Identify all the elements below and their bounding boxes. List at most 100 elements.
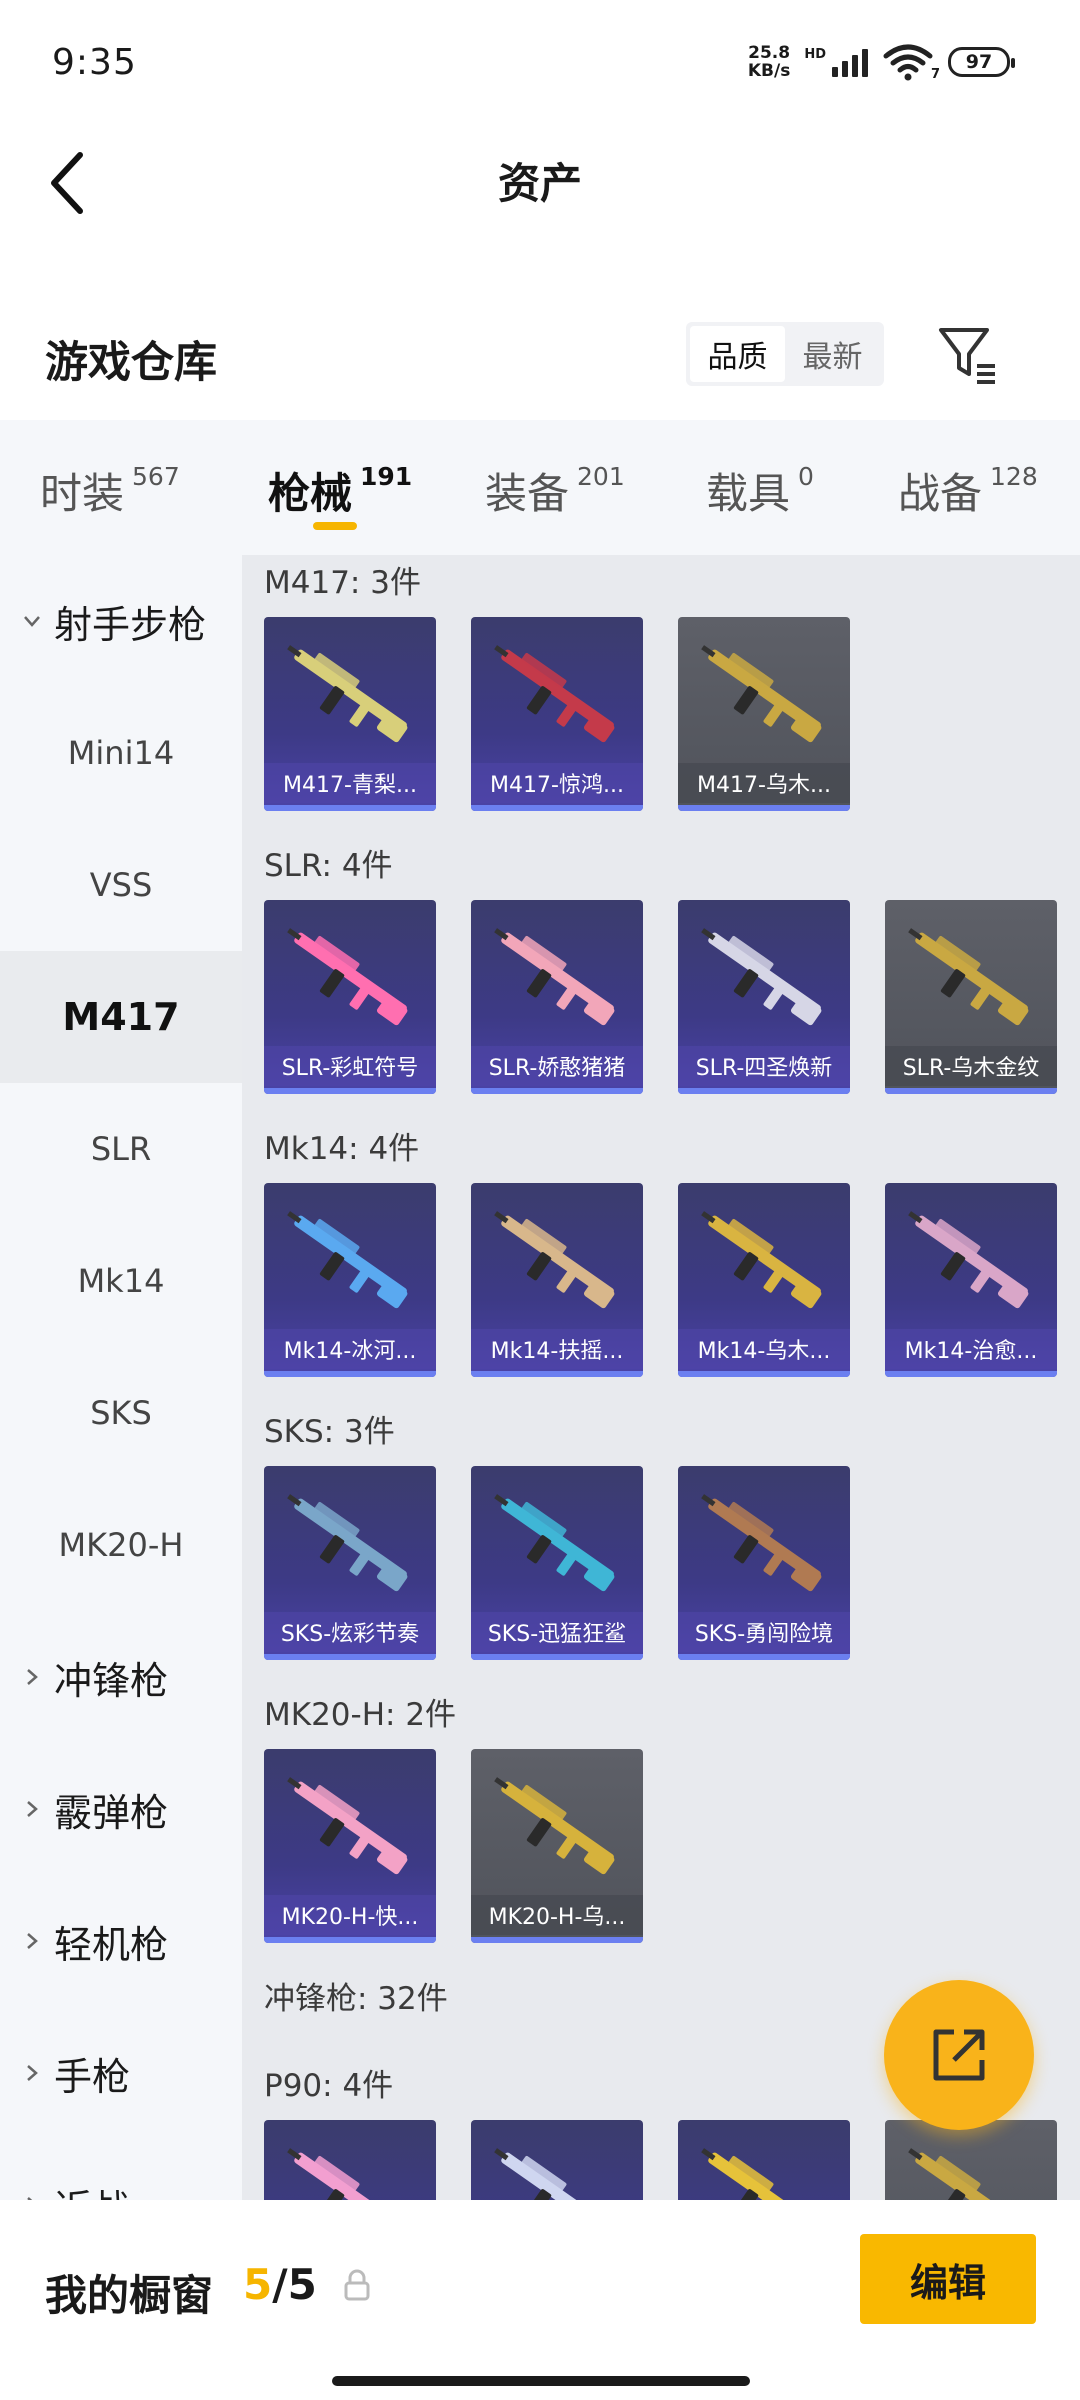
weapon-group-title: SKS: 3件 — [264, 1414, 395, 1450]
category-tabs: 时装 567 枪械 191 装备 201 载具 0 战备 128 — [0, 420, 1080, 555]
sidebar-item-mini14[interactable]: Mini14 — [0, 687, 242, 819]
rifle-icon — [701, 1211, 822, 1309]
status-time: 9:35 — [52, 42, 137, 83]
chevron-right-icon — [27, 1801, 38, 1817]
sidebar-item-label: 射手步枪 — [54, 602, 207, 647]
weapon-skin-card[interactable]: SLR-四圣焕新 — [678, 900, 850, 1094]
weapon-group-title: Mk14: 4件 — [264, 1131, 420, 1167]
rifle-icon — [287, 1211, 408, 1309]
tab-supplies[interactable]: 战备 128 — [898, 460, 1038, 521]
weapon-skin-card[interactable]: SKS-炫彩节奏 — [264, 1466, 436, 1660]
rifle-icon — [494, 645, 615, 743]
sidebar-item-mk14[interactable]: Mk14 — [0, 1215, 242, 1347]
wifi-icon: 7 — [882, 42, 940, 82]
weapon-skin-label: SLR-四圣焕新 — [678, 1046, 850, 1086]
tab-label: 载具 — [706, 469, 791, 518]
weapon-group-title: MK20-H: 2件 — [264, 1697, 457, 1733]
share-button[interactable] — [884, 1980, 1034, 2130]
weapon-skin-label: Mk14-扶摇... — [471, 1329, 643, 1369]
edit-button[interactable]: 编辑 — [860, 2234, 1036, 2324]
sidebar-group-shotgun[interactable]: 霰弹枪 — [0, 1743, 242, 1875]
weapon-skin-card[interactable]: SLR-乌木金纹 — [885, 900, 1057, 1094]
weapon-group-title: SLR: 4件 — [264, 848, 393, 884]
battery-level: 97 — [965, 51, 993, 73]
weapon-skin-card[interactable]: SKS-迅猛狂鲨 — [471, 1466, 643, 1660]
rifle-icon — [701, 928, 822, 1026]
sidebar-item-slr[interactable]: SLR — [0, 1083, 242, 1215]
network-speed-value: 25.8 — [748, 43, 791, 63]
page-title: 资产 — [497, 159, 582, 208]
tab-vehicles[interactable]: 载具 0 — [706, 460, 814, 521]
chevron-right-icon — [27, 2065, 38, 2081]
rifle-icon — [287, 928, 408, 1026]
rifle-icon — [701, 645, 822, 743]
weapon-skin-card[interactable]: Mk14-扶摇... — [471, 1183, 643, 1377]
sidebar-group-lmg[interactable]: 轻机枪 — [0, 1875, 242, 2007]
weapon-skin-label: SLR-彩虹符号 — [264, 1046, 436, 1086]
weapon-skin-card[interactable] — [471, 2120, 643, 2200]
sidebar-item-label: Mk14 — [77, 1262, 165, 1300]
home-indicator — [332, 2376, 750, 2386]
sort-option-newest[interactable]: 最新 — [785, 326, 880, 382]
sidebar-item-label: MK20-H — [58, 1526, 184, 1564]
rifle-icon — [494, 928, 615, 1026]
weapon-skin-card[interactable] — [885, 2120, 1057, 2200]
sidebar-item-label: 轻机枪 — [54, 1922, 169, 1967]
rifle-icon — [287, 2148, 407, 2200]
weapon-skin-label: SLR-乌木金纹 — [885, 1046, 1057, 1086]
share-icon — [933, 2029, 985, 2081]
showcase-label: 我的橱窗 — [45, 2271, 214, 2320]
weapon-skin-card[interactable]: Mk14-乌木... — [678, 1183, 850, 1377]
chevron-right-icon — [27, 1933, 38, 1949]
sidebar-item-mk20h[interactable]: MK20-H — [0, 1479, 242, 1611]
sidebar-item-label: 手枪 — [54, 2054, 131, 2099]
rifle-icon — [287, 1777, 408, 1875]
weapon-skin-card[interactable]: SKS-勇闯险境 — [678, 1466, 850, 1660]
rifle-icon — [701, 1494, 822, 1592]
sidebar-item-vss[interactable]: VSS — [0, 819, 242, 951]
weapon-skin-card[interactable]: M417-乌木... — [678, 617, 850, 811]
network-speed: 25.8 KB/s — [748, 44, 790, 80]
filter-button[interactable] — [935, 322, 999, 386]
rifle-icon — [908, 1211, 1029, 1309]
weapon-skin-card[interactable]: Mk14-治愈... — [885, 1183, 1057, 1377]
weapon-skin-label: MK20-H-快... — [264, 1895, 436, 1935]
weapon-skin-card[interactable]: MK20-H-快... — [264, 1749, 436, 1943]
weapon-skin-label: M417-乌木... — [678, 763, 850, 803]
sidebar-item-label: Mini14 — [67, 734, 175, 772]
weapon-group-title: P90: 4件 — [264, 2068, 394, 2104]
signal-icon — [832, 47, 868, 77]
weapon-skin-card[interactable]: MK20-H-乌... — [471, 1749, 643, 1943]
sidebar-group-melee[interactable]: 近战 — [0, 2139, 242, 2200]
weapon-skin-card[interactable]: SLR-娇憨猪猪 — [471, 900, 643, 1094]
weapon-skin-card[interactable]: M417-青梨... — [264, 617, 436, 811]
tab-label: 战备 — [898, 469, 983, 518]
rifle-icon — [908, 928, 1029, 1026]
tab-count: 567 — [132, 462, 180, 491]
weapon-skin-card[interactable] — [678, 2120, 850, 2200]
weapon-skin-label: Mk14-乌木... — [678, 1329, 850, 1369]
tab-fashion[interactable]: 时装 567 — [40, 460, 180, 521]
network-speed-unit: KB/s — [747, 61, 791, 81]
sort-option-quality[interactable]: 品质 — [690, 326, 785, 382]
sidebar-item-label: VSS — [89, 866, 153, 904]
tab-firearms[interactable]: 枪械 191 — [268, 460, 412, 521]
weapon-skin-label: MK20-H-乌... — [471, 1895, 643, 1935]
tab-count: 191 — [360, 462, 413, 491]
sidebar-item-sks[interactable]: SKS — [0, 1347, 242, 1479]
rifle-icon — [287, 645, 408, 743]
sidebar-group-smg[interactable]: 冲锋枪 — [0, 1611, 242, 1743]
tab-label: 装备 — [485, 469, 570, 518]
chevron-right-icon — [27, 1669, 38, 1685]
weapon-skin-card[interactable]: Mk14-冰河... — [264, 1183, 436, 1377]
sidebar-item-label: SKS — [90, 1394, 152, 1432]
weapon-skin-label: Mk14-冰河... — [264, 1329, 436, 1369]
weapon-skin-label: SKS-迅猛狂鲨 — [471, 1612, 643, 1652]
weapon-skin-card[interactable]: M417-惊鸿... — [471, 617, 643, 811]
sidebar-group-marksman-rifle[interactable]: 射手步枪 — [0, 555, 242, 687]
weapon-skin-card[interactable] — [264, 2120, 436, 2200]
sidebar-item-m417[interactable]: M417 — [0, 951, 242, 1083]
sidebar-group-pistol[interactable]: 手枪 — [0, 2007, 242, 2139]
tab-equipment[interactable]: 装备 201 — [485, 460, 625, 521]
weapon-skin-card[interactable]: SLR-彩虹符号 — [264, 900, 436, 1094]
